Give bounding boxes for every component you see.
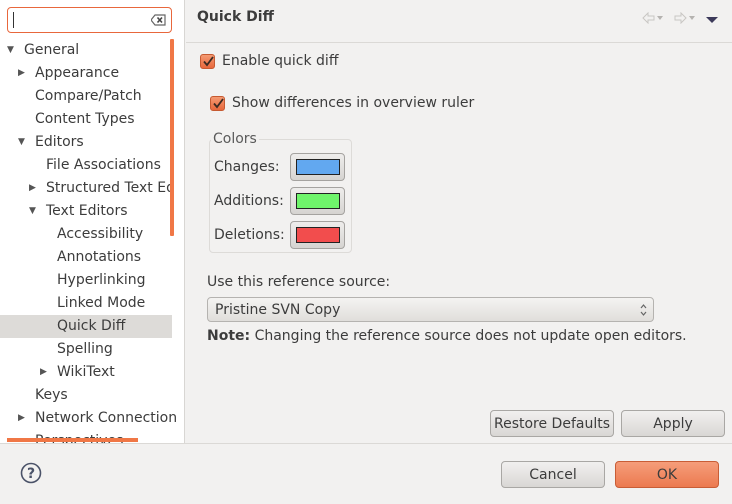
tree-item-compare-patch[interactable]: Compare/Patch	[0, 85, 172, 108]
checkbox-checked-icon	[200, 53, 215, 69]
page-nav-toolbar	[642, 11, 718, 28]
changes-color-swatch	[295, 159, 340, 175]
collapsed-triangle-icon[interactable]: ▶	[18, 407, 28, 430]
reference-source-select[interactable]: Pristine SVN Copy	[207, 297, 654, 322]
collapsed-triangle-icon[interactable]: ▶	[29, 177, 39, 200]
preference-tree: ▼ General ▶ Appearance Compare/Patch Content …	[0, 39, 177, 443]
tree-item-label: Hyperlinking	[57, 272, 146, 288]
tree-item-network-connection[interactable]: ▶ Network Connection	[0, 407, 177, 430]
preference-page: Quick Diff Enable quick diff Show differ…	[186, 0, 732, 443]
tree-item-label: Compare/Patch	[35, 88, 142, 104]
changes-color-label: Changes:	[214, 159, 280, 175]
forward-arrow-icon[interactable]	[674, 11, 696, 28]
tree-item-spelling[interactable]: Spelling	[0, 338, 172, 361]
collapsed-triangle-icon[interactable]: ▶	[40, 361, 50, 384]
deletions-color-row: Deletions:	[214, 221, 345, 249]
tree-item-label: File Associations	[46, 157, 161, 173]
tree-horizontal-scrollbar[interactable]	[7, 438, 138, 442]
tree-item-file-associations[interactable]: File Associations	[0, 154, 172, 177]
tree-item-annotations[interactable]: Annotations	[0, 246, 172, 269]
tree-item-label: Editors	[35, 134, 84, 150]
enable-quick-diff-checkbox[interactable]: Enable quick diff	[200, 53, 338, 69]
expanded-triangle-icon[interactable]: ▼	[7, 39, 17, 62]
tree-item-wikitext[interactable]: ▶ WikiText	[0, 361, 172, 384]
tree-vertical-scrollbar[interactable]	[170, 39, 174, 236]
preference-tree-panel: ▼ General ▶ Appearance Compare/Patch Content …	[0, 0, 185, 443]
tree-item-label: Content Types	[35, 111, 135, 127]
cancel-button[interactable]: Cancel	[501, 461, 605, 488]
tree-item-general[interactable]: ▼ General	[0, 39, 172, 62]
reference-note: Note: Changing the reference source does…	[207, 328, 687, 344]
tree-item-label: Appearance	[35, 65, 120, 81]
note-bold-label: Note:	[207, 328, 251, 344]
footer-divider	[0, 443, 732, 444]
clear-filter-icon[interactable]	[150, 14, 166, 26]
changes-color-row: Changes:	[214, 153, 345, 181]
tree-item-linked-mode[interactable]: Linked Mode	[0, 292, 172, 315]
tree-item-keys[interactable]: Keys	[0, 384, 172, 407]
tree-item-label: Spelling	[57, 341, 113, 357]
ok-button[interactable]: OK	[615, 461, 719, 488]
tree-item-label: Keys	[35, 387, 68, 403]
tree-item-structured-text-ed[interactable]: ▶ Structured Text Ed	[0, 177, 175, 200]
text-cursor	[13, 12, 14, 28]
note-text: Changing the reference source does not u…	[254, 328, 687, 344]
expanded-triangle-icon[interactable]: ▼	[29, 200, 39, 223]
restore-defaults-button[interactable]: Restore Defaults	[490, 410, 614, 437]
deletions-color-label: Deletions:	[214, 227, 285, 243]
expanded-triangle-icon[interactable]: ▼	[18, 131, 28, 154]
reference-source-value: Pristine SVN Copy	[215, 301, 341, 318]
page-title: Quick Diff	[197, 9, 274, 25]
tree-item-label: WikiText	[57, 364, 115, 380]
reference-source-label: Use this reference source:	[207, 274, 391, 290]
tree-item-label: Linked Mode	[57, 295, 146, 311]
help-icon[interactable]: ?	[20, 462, 42, 484]
tree-item-editors[interactable]: ▼ Editors	[0, 131, 172, 154]
changes-color-button[interactable]	[290, 153, 345, 181]
tree-item-accessibility[interactable]: Accessibility	[0, 223, 172, 246]
preferences-dialog: ▼ General ▶ Appearance Compare/Patch Content …	[0, 0, 732, 504]
show-differences-checkbox[interactable]: Show differences in overview ruler	[210, 95, 474, 111]
tree-item-label: Network Connection	[35, 410, 178, 426]
tree-item-label: Annotations	[57, 249, 142, 265]
tree-item-label: Quick Diff	[57, 318, 126, 334]
additions-color-swatch	[295, 193, 340, 209]
colors-group-legend: Colors	[211, 131, 259, 147]
tree-item-content-types[interactable]: Content Types	[0, 108, 172, 131]
header-divider	[186, 42, 732, 43]
tree-item-hyperlinking[interactable]: Hyperlinking	[0, 269, 172, 292]
additions-color-row: Additions:	[214, 187, 345, 215]
back-arrow-icon[interactable]	[642, 11, 664, 28]
enable-quick-diff-label: Enable quick diff	[222, 53, 339, 69]
collapsed-triangle-icon[interactable]: ▶	[18, 62, 28, 85]
select-arrows-icon	[640, 303, 647, 317]
view-menu-icon[interactable]	[706, 12, 718, 28]
show-differences-label: Show differences in overview ruler	[232, 95, 475, 111]
filter-input[interactable]	[7, 7, 172, 33]
apply-button[interactable]: Apply	[621, 410, 725, 437]
tree-item-label: Text Editors	[46, 203, 128, 219]
tree-item-label: Structured Text Ed	[46, 180, 175, 196]
deletions-color-swatch	[295, 227, 340, 243]
tree-item-label: Accessibility	[57, 226, 144, 242]
deletions-color-button[interactable]	[290, 221, 345, 249]
checkbox-checked-icon	[210, 95, 225, 111]
tree-item-text-editors[interactable]: ▼ Text Editors	[0, 200, 172, 223]
tree-item-quick-diff[interactable]: Quick Diff	[0, 315, 172, 338]
tree-item-appearance[interactable]: ▶ Appearance	[0, 62, 172, 85]
additions-color-button[interactable]	[290, 187, 345, 215]
svg-text:?: ?	[27, 466, 35, 482]
additions-color-label: Additions:	[214, 193, 284, 209]
tree-item-label: General	[24, 42, 80, 58]
